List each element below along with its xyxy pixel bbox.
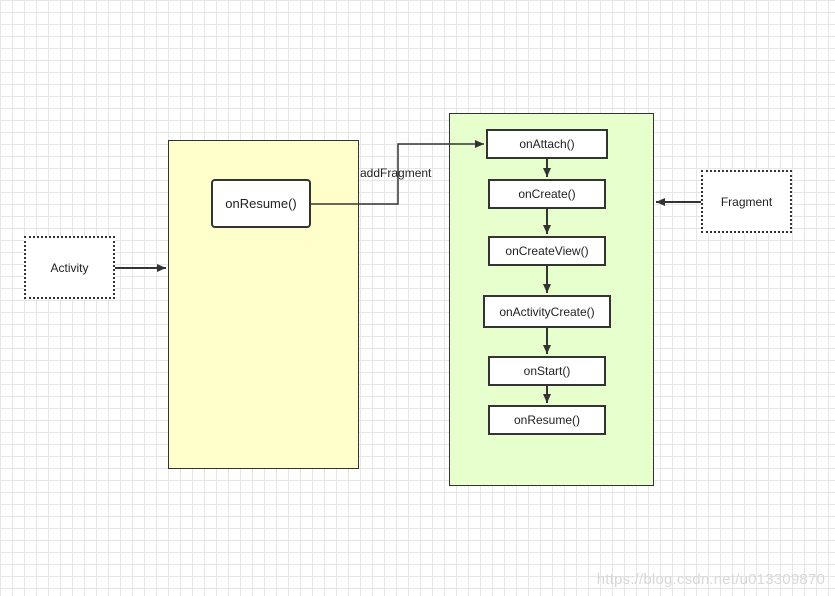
watermark: https://blog.csdn.net/u013309870 <box>596 571 825 588</box>
arrow-addfragment <box>311 140 484 205</box>
connectors <box>115 140 701 403</box>
diagram-canvas: Activity Fragment onResume() onAttach() … <box>0 0 835 596</box>
